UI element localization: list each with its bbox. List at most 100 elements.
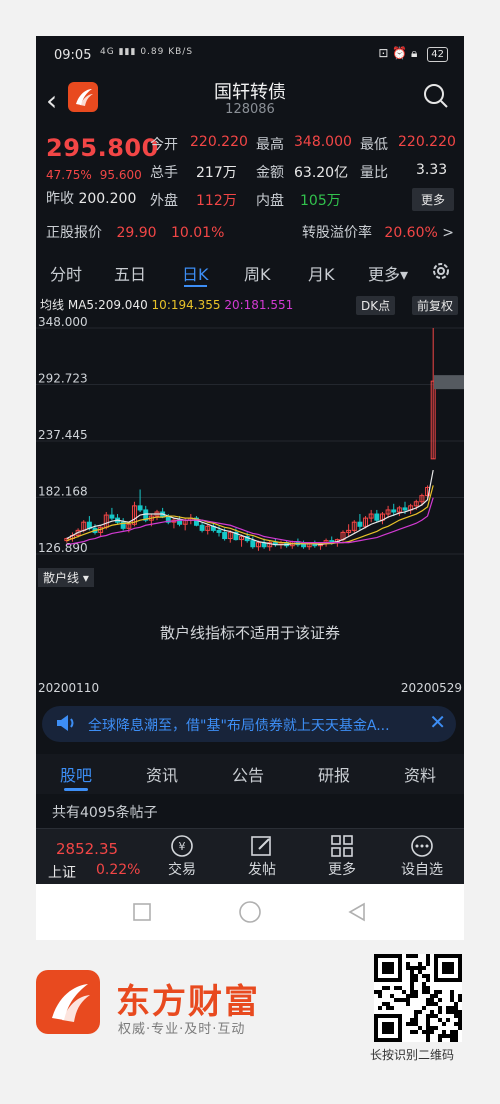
outer-label: 外盘 [150,193,178,209]
period-tabs: 分时 五日 日K 周K 月K 更多▾ [36,256,464,290]
more-menu-button[interactable]: 更多 [312,833,372,879]
brand-logo-icon [36,970,100,1034]
vol-ratio-value: 3.33 [416,162,448,178]
high-value: 348.000 [294,134,352,150]
security-code: 128086 [225,102,275,117]
tab-monthly-k[interactable]: 月K [308,261,335,285]
chevron-right-icon: > [442,225,454,241]
legend-ma10: 10:194.355 [151,298,221,312]
tab-timeshare[interactable]: 分时 [50,261,82,285]
tab-news[interactable]: 资讯 [146,762,178,786]
premium-value: 20.60% [384,225,438,241]
trade-icon: ¥ [152,833,212,859]
home-icon[interactable] [239,901,261,923]
settings-gear-icon[interactable] [430,260,452,286]
post-button[interactable]: 发帖 [232,833,292,879]
date-start: 20200110 [38,681,100,695]
tab-forum[interactable]: 股吧 [60,762,92,791]
candle-body [216,529,222,533]
megaphone-icon [54,712,76,738]
open-value: 220.220 [190,134,248,150]
scatter-tag-label: 散户线 [43,571,80,585]
lock-icon: 🔒︎ [411,46,418,60]
promo-banner[interactable]: 全球降息潮至，借"基"布局债券就上天天基金A... ✕ [42,706,456,742]
prev-close: 昨收 200.200 [46,188,136,208]
low-label: 最低 [360,137,388,153]
inner-label: 内盘 [256,193,284,209]
vol-ratio-label: 量比 [360,165,388,181]
kline-chart-area[interactable]: 348.000 292.723 237.445 182.168 126.890 均线 M… [36,292,464,566]
app-screen: 09:05 4G ▮▮▮ 0.89 KB/S ⊡ ⏰ 🔒︎ 42 ‹ 国轩转债 … [36,36,464,884]
candle-body [222,531,228,540]
y-tick-label: 348.000 [38,315,88,329]
ma5-line [66,469,434,546]
index-value: 2852.35 [56,840,119,858]
status-right: ⊡ ⏰ 🔒︎ 42 [378,46,448,62]
search-icon[interactable] [422,82,450,114]
battery-icon: 42 [427,47,448,62]
status-bar: 09:05 4G ▮▮▮ 0.89 KB/S ⊡ ⏰ 🔒︎ 42 [36,36,464,76]
brand-name: 东方财富 [116,982,260,1022]
low-value: 220.220 [398,134,456,150]
svg-text:¥: ¥ [179,840,186,853]
trade-button[interactable]: ¥ 交易 [152,833,212,879]
add-watchlist-button[interactable]: 设自选 [392,833,452,879]
brand-slogan: 权威·专业·及时·互动 [118,1022,246,1037]
prev-close-value: 200.200 [78,191,137,207]
stock-price-label: 正股报价 [46,225,102,241]
scatter-tag-button[interactable]: 散户线 ▾ [38,568,94,587]
close-icon[interactable]: ✕ [429,710,446,734]
scatter-message: 散户线指标不适用于该证券 [159,624,340,642]
status-time: 09:05 [54,48,92,63]
high-label: 最高 [256,137,284,153]
trade-label: 交易 [168,862,196,878]
tab-daily-k[interactable]: 日K [182,261,209,287]
net-speed: 0.89 KB/S [140,47,194,57]
recents-icon[interactable] [133,903,151,921]
dk-point-button[interactable]: DK点 [356,296,396,315]
y-tick-label: 237.445 [38,428,88,442]
kline-chart[interactable]: 348.000 292.723 237.445 182.168 126.890 [36,292,464,566]
volume-value: 217万 [196,165,237,181]
amount-value: 63.20亿 [294,165,349,181]
index-name: 上证 [48,865,76,881]
grid-icon [312,833,372,859]
volume-label: 总手 [150,165,178,181]
system-nav-bar [36,884,464,940]
candle-body [357,521,363,527]
tab-announcements[interactable]: 公告 [232,762,264,786]
more-menu-label: 更多 [328,862,356,878]
more-button[interactable]: 更多 [411,188,454,211]
premium-label: 转股溢价率 [301,225,372,241]
post-label: 发帖 [248,862,276,878]
qr-label: 长按识别二维码 [370,1048,455,1062]
tab-weekly-k[interactable]: 周K [244,261,271,285]
candle-body [301,544,307,548]
y-tick-label: 292.723 [38,372,88,386]
edit-icon [232,833,292,859]
candle-body [109,514,115,519]
stock-premium-row[interactable]: 正股报价 29.90 10.01% 转股溢价率 20.60% > [46,222,454,242]
back-nav-icon[interactable] [348,902,365,922]
add-watchlist-label: 设自选 [401,862,443,878]
last-price-marker [434,375,464,390]
price-change: 47.75% 95.600 [46,168,150,182]
ma-legend: 均线 MA5:209.040 10:194.355 20:181.551 [40,296,293,313]
tab-more[interactable]: 更多▾ [368,261,408,285]
y-tick-label: 126.890 [38,541,88,555]
legend-ma20: 20:181.551 [224,298,294,312]
adjust-button[interactable]: 前复权 [412,296,459,315]
tab-research[interactable]: 研报 [318,762,350,786]
qr-code [374,954,462,1042]
signal-bars-icon: ▮▮▮ [118,47,137,57]
alarm-icon: ⏰ [392,46,408,60]
tab-five-day[interactable]: 五日 [114,261,146,285]
signal-type: 4G [100,47,115,57]
change-amount: 95.600 [99,168,142,182]
content-tabs: 股吧 资讯 公告 研报 资料 [36,754,464,794]
tab-profile[interactable]: 资料 [404,762,436,786]
change-percent: 47.75% [46,168,92,182]
prev-close-label: 昨收 [46,191,74,207]
candle-body [402,507,408,511]
branding-footer: 东方财富 权威·专业·及时·互动 长按识别二维码 [0,940,500,1104]
